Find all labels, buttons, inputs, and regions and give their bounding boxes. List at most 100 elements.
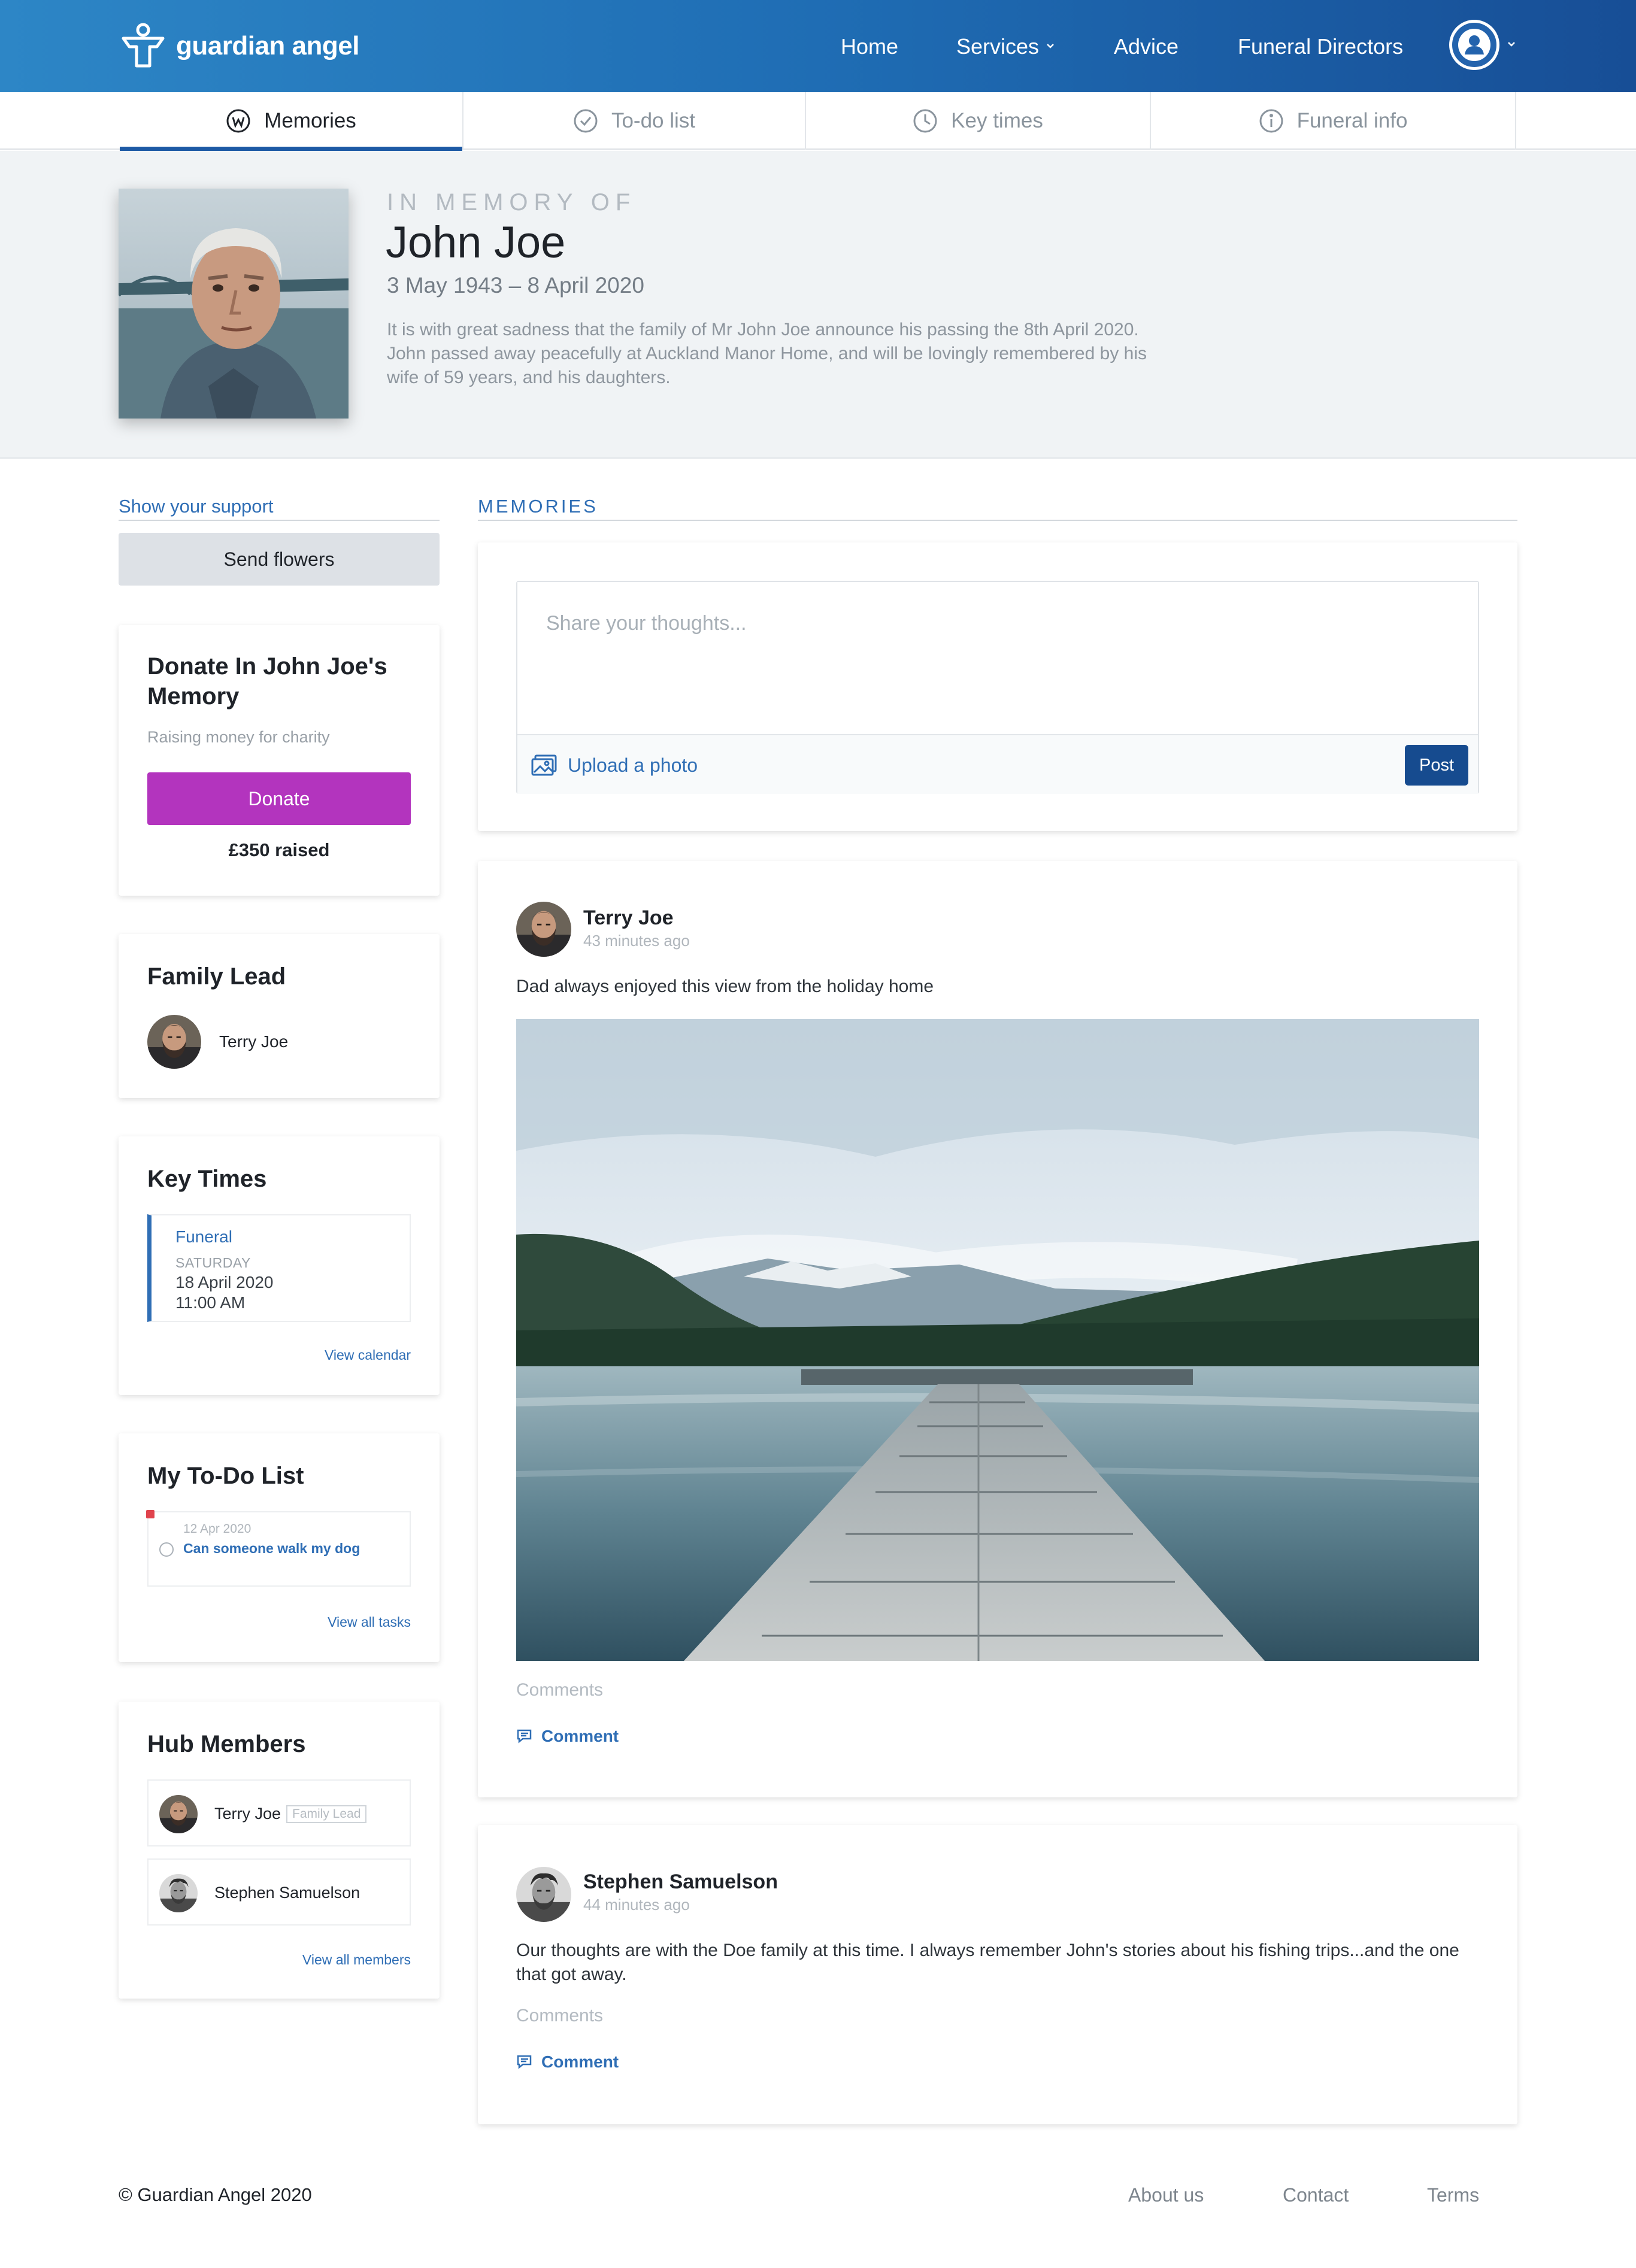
donate-button[interactable]: Donate [147, 772, 411, 825]
footer-copyright: © Guardian Angel 2020 [119, 2184, 312, 2205]
family-lead-title: Family Lead [147, 963, 286, 990]
comment-button[interactable]: Comment [516, 1727, 619, 1746]
avatar [147, 1015, 201, 1069]
todo-text: Can someone walk my dog [183, 1541, 360, 1556]
user-icon [1458, 29, 1490, 61]
post-text: Dad always enjoyed this view from the ho… [516, 977, 934, 996]
nav-advice[interactable]: Advice [1114, 32, 1178, 61]
tab-key-times[interactable]: Key times [806, 92, 1150, 150]
send-flowers-button[interactable]: Send flowers [119, 533, 440, 586]
support-heading: Show your support [119, 496, 274, 517]
check-circle-icon [574, 109, 598, 133]
avatar [516, 902, 571, 957]
top-navbar: guardian angel Home Services Advice Fune… [0, 0, 1636, 92]
member-name: Terry Joe [214, 1805, 281, 1823]
post-author: Stephen Samuelson [583, 1870, 778, 1893]
composer-toolbar: Upload a photo Post [517, 734, 1478, 794]
post-time: 43 minutes ago [583, 932, 690, 950]
view-calendar-link[interactable]: View calendar [325, 1347, 411, 1363]
hub-members-card: Hub Members Terry Joe Family Lead Stephe… [119, 1702, 440, 1999]
upload-photo-label: Upload a photo [568, 754, 698, 776]
key-time-event: Funeral [175, 1227, 232, 1246]
memorial-dates: 3 May 1943 – 8 April 2020 [387, 273, 644, 298]
nav-services-label: Services [956, 34, 1040, 59]
tab-todo-list[interactable]: To-do list [463, 92, 805, 150]
tab-label: To-do list [611, 109, 696, 132]
footer-about-link[interactable]: About us [1128, 2184, 1204, 2206]
tab-funeral-info[interactable]: Funeral info [1151, 92, 1515, 150]
account-button[interactable] [1449, 20, 1499, 70]
info-icon [1259, 109, 1283, 133]
tab-label: Funeral info [1296, 109, 1408, 132]
footer-terms-link[interactable]: Terms [1427, 2184, 1479, 2206]
post-photo[interactable] [516, 1019, 1479, 1661]
composer-card: Upload a photo Post [478, 542, 1517, 831]
memorial-description: It is with great sadness that the family… [387, 320, 1147, 387]
footer-contact-link[interactable]: Contact [1283, 2184, 1349, 2206]
priority-flag-icon [146, 1510, 154, 1518]
memories-heading: MEMORIES [478, 496, 598, 517]
avatar [159, 1795, 198, 1833]
memorial-kicker: IN MEMORY OF [387, 189, 637, 216]
todo-checkbox[interactable] [159, 1542, 174, 1557]
todo-item[interactable]: 12 Apr 2020 Can someone walk my dog [146, 1510, 411, 1587]
comments-label: Comments [516, 2006, 604, 2026]
angel-logo-icon [122, 23, 165, 68]
logo[interactable]: guardian angel [117, 20, 359, 72]
memory-post: Terry Joe 43 minutes ago Dad always enjo… [478, 861, 1517, 1797]
memorial-name: John Joe [386, 217, 566, 267]
family-lead-name: Terry Joe [219, 1032, 289, 1051]
member-row[interactable]: Terry Joe Family Lead [147, 1779, 411, 1846]
memorial-portrait [119, 189, 349, 419]
nav-services[interactable]: Services [956, 32, 1055, 61]
account-chevron-down-icon[interactable] [1507, 41, 1516, 48]
tab-label: Key times [951, 109, 1043, 132]
memory-post: Stephen Samuelson 44 minutes ago Our tho… [478, 1825, 1517, 2124]
hub-tabs: Memories To-do list Key times Funeral in… [0, 92, 1636, 151]
tab-label: Memories [264, 109, 356, 132]
role-badge: Family Lead [286, 1805, 367, 1823]
donate-card: Donate In John Joe's Memory Raising mone… [119, 625, 440, 896]
key-time-date: 18 April 2020 [175, 1273, 274, 1291]
member-name: Stephen Samuelson [214, 1884, 360, 1902]
divider [478, 520, 1517, 521]
todo-title: My To-Do List [147, 1463, 304, 1489]
comment-icon [517, 2055, 532, 2069]
comment-label: Comment [541, 1727, 619, 1745]
todo-card: My To-Do List 12 Apr 2020 Can someone wa… [119, 1433, 440, 1662]
hub-members-title: Hub Members [147, 1731, 306, 1757]
post-text: Our thoughts are with the Doe family at … [516, 1940, 1459, 1984]
logo-text: guardian angel [176, 31, 359, 60]
key-times-card: Key Times Funeral SATURDAY 18 April 2020… [119, 1136, 440, 1395]
nav-home[interactable]: Home [841, 32, 898, 61]
donate-raised: £350 raised [228, 839, 330, 860]
post-button[interactable]: Post [1405, 745, 1468, 786]
tab-divider [1515, 92, 1516, 150]
avatar [516, 1867, 571, 1922]
memories-icon [226, 109, 250, 133]
post-time: 44 minutes ago [583, 1896, 690, 1914]
donate-subtitle: Raising money for charity [147, 728, 330, 746]
donate-title: Donate In John Joe's Memory [147, 653, 387, 709]
comment-label: Comment [541, 2052, 619, 2071]
todo-date: 12 Apr 2020 [183, 1522, 252, 1536]
share-thoughts-input[interactable] [517, 582, 1478, 734]
upload-photo-button[interactable]: Upload a photo [531, 753, 698, 777]
comments-label: Comments [516, 1680, 604, 1700]
divider [119, 520, 440, 521]
image-icon [531, 754, 557, 776]
clock-icon [913, 109, 937, 133]
avatar [159, 1874, 198, 1912]
nav-funeral-directors[interactable]: Funeral Directors [1238, 32, 1403, 61]
view-all-tasks-link[interactable]: View all tasks [328, 1614, 411, 1630]
key-time-item[interactable]: Funeral SATURDAY 18 April 2020 11:00 AM [147, 1214, 411, 1322]
comment-button[interactable]: Comment [516, 2052, 619, 2072]
family-lead-card: Family Lead Terry Joe [119, 934, 440, 1098]
chevron-down-icon [1047, 44, 1054, 48]
member-row[interactable]: Stephen Samuelson [147, 1858, 411, 1926]
composer: Upload a photo Post [516, 581, 1479, 794]
key-times-title: Key Times [147, 1166, 267, 1192]
view-all-members-link[interactable]: View all members [302, 1952, 411, 1968]
key-time-day: SATURDAY [175, 1255, 251, 1271]
tab-memories[interactable]: Memories [120, 92, 462, 151]
